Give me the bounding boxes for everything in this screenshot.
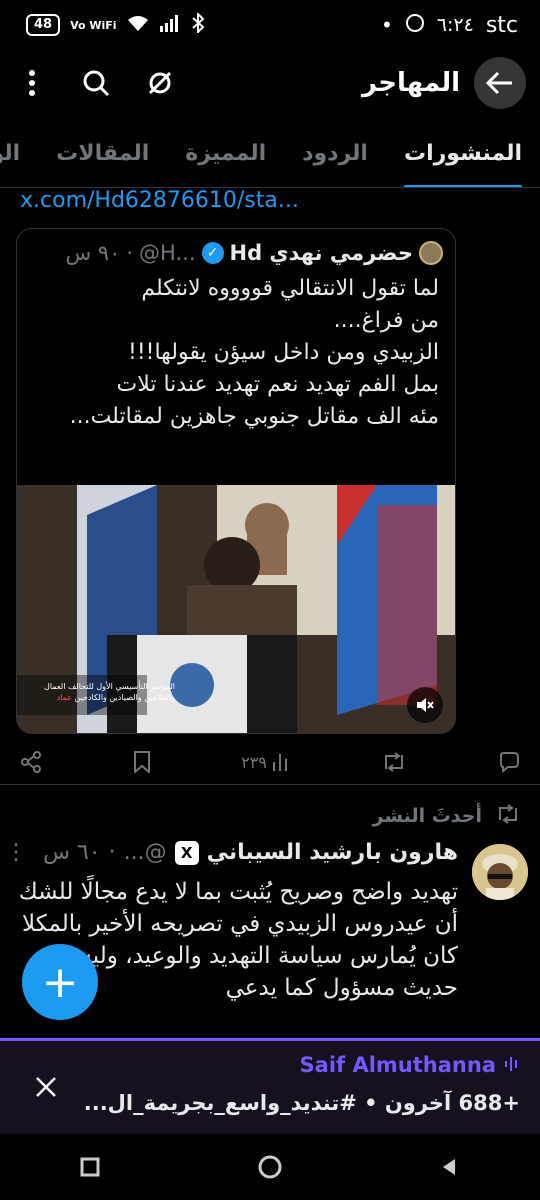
battery-indicator: 48: [26, 14, 61, 36]
post-link[interactable]: x.com/Hd62876610/sta...: [20, 188, 299, 213]
quoted-author-handle: @H...: [139, 241, 196, 265]
quoted-post-time: ٩٠ س: [65, 241, 121, 265]
header-actions: [14, 65, 178, 101]
quoted-author-name[interactable]: حضرمي نهدي Hd: [230, 241, 414, 265]
mute-icon[interactable]: [407, 687, 443, 723]
quoted-text-line: الزبيدي ومن داخل سيؤن يقولها!!!: [128, 340, 439, 365]
clock: ٦:٢٤: [436, 14, 474, 36]
repost-indicator-icon: [496, 803, 520, 829]
quoted-text-line: مئه الف مقاتل جنوبي جاهزين لمقاتلت...: [69, 404, 439, 429]
media-caption-accent: عماد: [56, 693, 72, 702]
views-icon: [272, 754, 287, 771]
profile-header: المهاجر: [0, 50, 540, 116]
signal-icon: [159, 13, 181, 37]
notification-dot-icon: •: [380, 13, 393, 37]
carrier-label: stc: [485, 12, 518, 38]
avatar[interactable]: [472, 844, 528, 900]
reply-icon[interactable]: [498, 751, 520, 773]
post-actions: ٢٣٩: [20, 740, 520, 784]
status-right: • ٦:٢٤ stc: [381, 13, 518, 38]
compose-post-button[interactable]: +: [22, 944, 98, 1020]
back-icon[interactable]: [430, 1147, 470, 1187]
recents-icon[interactable]: [70, 1147, 110, 1187]
system-nav-bar: [0, 1134, 540, 1200]
share-icon[interactable]: [20, 751, 42, 773]
post-more-icon[interactable]: ⋮: [5, 840, 27, 865]
space-host: Saif Almuthanna: [300, 1053, 520, 1077]
recently-posted-text: أحدثَ النشر: [372, 805, 482, 827]
bluetooth-icon: [191, 11, 205, 38]
avatar[interactable]: [419, 241, 443, 265]
x-affiliate-badge-icon: X: [174, 840, 199, 865]
bookmark-icon[interactable]: [133, 751, 151, 773]
separator-dot: ·: [108, 840, 116, 865]
author-handle: @...: [123, 840, 167, 865]
tab-articles[interactable]: المقالات: [38, 122, 167, 187]
back-arrow-icon[interactable]: [474, 57, 526, 109]
tab-media[interactable]: الوسائط: [0, 122, 38, 187]
profile-tabs: المنشورات الردود المميزة المقالات الوسائ…: [0, 122, 540, 188]
audio-wave-icon: [504, 1053, 520, 1077]
status-bar: 48 Vo WiFi • ٦:٢٤ stc: [0, 0, 540, 50]
quoted-text-line: من فراغ....: [333, 308, 439, 333]
post-time: ٦٠ س: [43, 840, 101, 865]
vowifi-label: Vo WiFi: [70, 18, 117, 32]
post-header: هارون بارشيد السيباني X @... · ٦٠ س ⋮: [5, 840, 458, 865]
views-count: ٢٣٩: [241, 752, 267, 772]
quoted-post-text: لما تقول الانتقالي قووووه لانتكلم من فرا…: [17, 265, 455, 433]
status-left: 48 Vo WiFi: [26, 11, 205, 38]
close-icon[interactable]: [30, 1071, 62, 1103]
quoted-text-line: بمل الفم تهديد نعم تهديد عندنا تلات: [116, 372, 440, 397]
author-name[interactable]: هارون بارشيد السيباني: [207, 840, 458, 865]
tab-replies[interactable]: الردود: [284, 122, 386, 187]
more-options-icon[interactable]: [14, 65, 50, 101]
whatsapp-icon: [405, 13, 425, 38]
quoted-text-line: لما تقول الانتقالي قووووه لانتكلم: [141, 276, 439, 301]
space-subtitle: +688 آخرون • #تنديد_واسع_بجريمة_ال...: [83, 1091, 520, 1115]
recently-posted-label: أحدثَ النشر: [0, 796, 540, 836]
views-button[interactable]: ٢٣٩: [241, 752, 291, 772]
quoted-post-header: حضرمي نهدي Hd ✓ @H... · ٩٠ س: [17, 229, 455, 265]
home-icon[interactable]: [250, 1147, 290, 1187]
tab-highlights[interactable]: المميزة: [167, 122, 284, 187]
plus-icon: +: [41, 956, 79, 1008]
grok-icon[interactable]: [142, 65, 178, 101]
separator-dot: ·: [126, 241, 134, 265]
verified-badge-icon: ✓: [201, 242, 224, 264]
space-banner[interactable]: Saif Almuthanna +688 آخرون • #تنديد_واسع…: [0, 1038, 540, 1134]
search-icon[interactable]: [78, 65, 114, 101]
page-title: المهاجر: [362, 68, 460, 98]
video-thumbnail[interactable]: المؤتمر التأسيسي الأول للتحالف العمال وا…: [17, 485, 455, 733]
space-host-name: Saif Almuthanna: [299, 1053, 496, 1077]
wifi-icon: [127, 13, 149, 37]
tab-posts[interactable]: المنشورات: [386, 122, 540, 187]
repost-icon[interactable]: [381, 752, 407, 772]
media-caption: المؤتمر التأسيسي الأول للتحالف العمال وا…: [44, 682, 175, 702]
quoted-post-card[interactable]: حضرمي نهدي Hd ✓ @H... · ٩٠ س لما تقول ال…: [16, 228, 456, 734]
divider: [0, 784, 540, 785]
